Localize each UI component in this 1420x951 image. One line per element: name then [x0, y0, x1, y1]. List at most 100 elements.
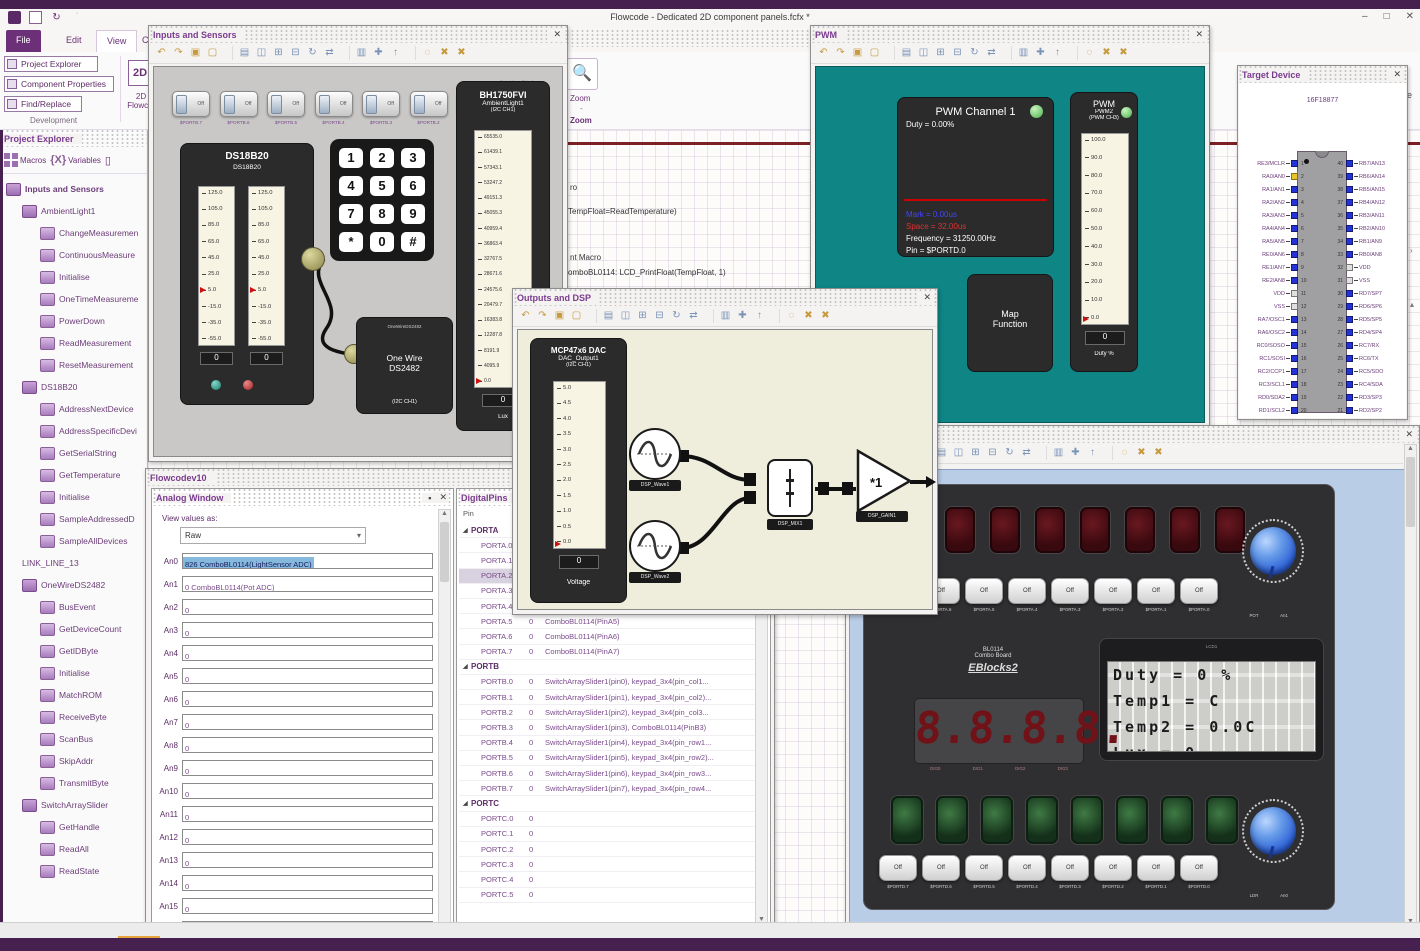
pwm-gauge-panel[interactable]: PWM PWM2 (PWM CH3) 100.0 90.0 80.0 70.0 60.0… — [1070, 92, 1138, 372]
toolbar-icon-4[interactable]: ▤ — [894, 46, 913, 60]
toolbar-icon-0[interactable]: ↶ — [519, 309, 532, 323]
digital-pin-row[interactable]: PORTC.2 0 — [459, 842, 755, 858]
toolbar-icon-6[interactable]: ⊞ — [272, 46, 285, 60]
tree-item[interactable]: AddressNextDevice — [0, 398, 147, 420]
chip-pin[interactable]: RA2/AN2 — [1239, 196, 1298, 209]
expand-arrow-icon[interactable]: ◢ — [459, 527, 468, 534]
chip-pin[interactable]: VDD — [1239, 287, 1298, 300]
pin-column-header[interactable]: Pin — [463, 509, 474, 518]
chip-pin[interactable]: RD7/SP7 — [1346, 287, 1408, 300]
tree-item[interactable]: ReadState — [0, 860, 147, 882]
toolbar-icon-6[interactable]: ⊞ — [636, 309, 649, 323]
tree-item[interactable]: ResetMeasurement — [0, 354, 147, 376]
digital-pin-row[interactable]: ◢ PORTB — [459, 660, 755, 675]
analog-value-field[interactable]: 0 — [182, 898, 433, 914]
chip-pin[interactable]: RA0/AN0 — [1239, 170, 1298, 183]
analog-value-field[interactable]: 826 ComboBL0114(LightSensor ADC) — [182, 553, 433, 569]
chip-pin[interactable]: RC1/SOSI — [1239, 352, 1298, 365]
chip-pin[interactable]: VDD — [1346, 261, 1408, 274]
digital-pin-row[interactable]: PORTA.7 0 ComboBL0114(PinA7) — [459, 645, 755, 660]
find-replace-button[interactable]: Find/Replace — [4, 96, 82, 112]
chip-pin[interactable]: RD5/SP5 — [1346, 313, 1408, 326]
toolbar-icon-13[interactable]: ◌ — [779, 309, 798, 323]
toolbar-icon-11[interactable]: ✚ — [1069, 446, 1082, 460]
chip-pin[interactable]: RE2/AN8 — [1239, 274, 1298, 287]
tree-item[interactable]: GetTemperature — [0, 464, 147, 486]
tree-item[interactable]: Initialise — [0, 662, 147, 684]
toolbar-icon-12[interactable]: ↑ — [753, 309, 766, 323]
board-button[interactable]: Off — [1051, 855, 1089, 881]
analog-value-field[interactable]: 0 — [182, 737, 433, 753]
project-explorer-title[interactable]: Project Explorer — [0, 130, 147, 147]
digital-pin-row[interactable]: PORTC.5 0 — [459, 888, 755, 903]
toolbar-icon-6[interactable]: ⊞ — [934, 46, 947, 60]
board-button[interactable]: Off — [965, 578, 1003, 604]
toolbar-icon-5[interactable]: ◫ — [952, 446, 965, 460]
tree-item[interactable]: ContinuousMeasure — [0, 244, 147, 266]
board-button[interactable]: Off — [1051, 578, 1089, 604]
chip-pin[interactable]: RC5/SDO — [1346, 365, 1408, 378]
bottom-scroll-strip[interactable] — [0, 922, 1420, 938]
chip-pin[interactable]: VSS — [1239, 300, 1298, 313]
digital-pin-row[interactable]: PORTA.5 0 ComboBL0114(PinA5) — [459, 614, 755, 630]
board-button[interactable]: Off — [1137, 855, 1175, 881]
chip-pin[interactable]: RB4/AN12 — [1346, 196, 1408, 209]
pwm-window-title[interactable]: PWM ✕ — [811, 26, 1209, 43]
dsp-wave1[interactable] — [629, 428, 681, 480]
chip-pin[interactable]: RD6/SP6 — [1346, 300, 1408, 313]
toolbar-icon-2[interactable]: ▣ — [189, 46, 202, 60]
toolbar-icon-11[interactable]: ✚ — [736, 309, 749, 323]
tree-item[interactable]: DS18B20 — [0, 376, 147, 398]
analog-value-field[interactable]: 0 — [182, 691, 433, 707]
chip-pin[interactable]: RA5/AN5 — [1239, 235, 1298, 248]
analog-window-title[interactable]: Analog Window ▪ ✕ — [152, 489, 453, 506]
analog-value-field[interactable]: 0 — [182, 829, 433, 845]
toolbar-icon-0[interactable]: ↶ — [155, 46, 168, 60]
chip-pin[interactable]: RA7/OSC1 — [1239, 313, 1298, 326]
outputs-panel-area[interactable]: MCP47x6 DAC DAC_Output1 (I2C CH1) 5.0 4.5… — [517, 329, 936, 610]
toolbar-icon-7[interactable]: ⊟ — [951, 46, 964, 60]
toolbar-icon-13[interactable]: ◌ — [1112, 446, 1131, 460]
close-icon[interactable]: ✕ — [1189, 29, 1205, 40]
digital-pin-row[interactable]: PORTC.4 0 — [459, 872, 755, 888]
analog-value-field[interactable]: 0 — [182, 806, 433, 822]
chip-pin[interactable]: RB3/AN11 — [1346, 209, 1408, 222]
expand-arrow-icon[interactable]: ◢ — [459, 800, 468, 807]
minimize-button[interactable]: – — [1362, 11, 1368, 22]
tree-item[interactable]: GetIDByte — [0, 640, 147, 662]
analog-value-field[interactable]: 0 — [182, 645, 433, 661]
variables-tab[interactable]: {X} Variables — [50, 154, 101, 166]
analog-value-field[interactable]: 0 — [182, 599, 433, 615]
toolbar-icon-1[interactable]: ↷ — [536, 309, 549, 323]
zoom-button[interactable]: 🔍 — [566, 58, 598, 90]
chip-pin[interactable]: RD1/SCL2 — [1239, 404, 1298, 417]
board-button[interactable]: Off — [1094, 855, 1132, 881]
digital-pin-row[interactable]: PORTB.3 0 SwitchArraySlider1(pin3), ComboB… — [459, 720, 755, 736]
toolbar-icon-14[interactable]: ✖ — [1100, 46, 1113, 60]
close-icon[interactable]: ✕ — [1387, 69, 1403, 80]
digital-pin-row[interactable]: PORTB.5 0 SwitchArraySlider1(pin5), keypad… — [459, 751, 755, 766]
toolbar-icon-1[interactable]: ↷ — [172, 46, 185, 60]
chip-pin[interactable]: RD0/SDA2 — [1239, 391, 1298, 404]
inputs-window-title[interactable]: Inputs and Sensors ✕ — [149, 26, 567, 43]
dsp-gain-shape[interactable]: *1 — [856, 448, 913, 514]
tab-file[interactable]: File — [6, 30, 41, 52]
chip-pin[interactable]: RC3/SCL1 — [1239, 378, 1298, 391]
pot-knob[interactable] — [1242, 519, 1304, 583]
toolbar-icon-15[interactable]: ✖ — [1152, 446, 1165, 460]
analog-value-field[interactable]: 0 — [182, 760, 433, 776]
tree-item[interactable]: TransmitByte — [0, 772, 147, 794]
toolbar-icon-9[interactable]: ⇄ — [323, 46, 336, 60]
tree-item[interactable]: Inputs and Sensors — [0, 178, 147, 200]
chip-pin[interactable]: VSS — [1346, 274, 1408, 287]
toolbar-icon-3[interactable]: ▢ — [868, 46, 881, 60]
tree-item[interactable]: SampleAddressedD — [0, 508, 147, 530]
toolbar-icon-7[interactable]: ⊟ — [653, 309, 666, 323]
onewire-bus-connector[interactable] — [301, 247, 325, 271]
toolbar-icon-15[interactable]: ✖ — [1117, 46, 1130, 60]
board-button[interactable]: Off — [1180, 578, 1218, 604]
outputs-window-title[interactable]: Outputs and DSP ✕ — [513, 289, 937, 306]
toolbar-icon-7[interactable]: ⊟ — [986, 446, 999, 460]
tree-item[interactable]: LINK_LINE_13 — [0, 552, 147, 574]
view-values-dropdown[interactable]: Raw ▾ — [180, 527, 366, 544]
